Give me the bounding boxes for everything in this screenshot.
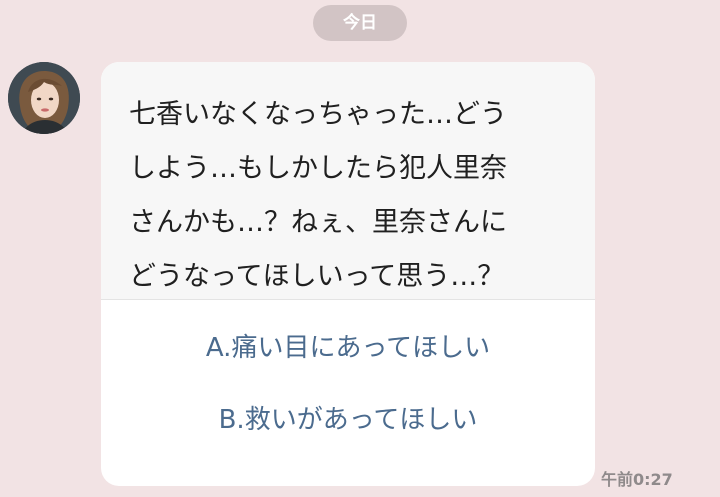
message-timestamp: 午前0:27 — [601, 470, 673, 489]
date-label: 今日 — [313, 5, 407, 41]
message-bubble: 七香いなくなっちゃった…どう しよう…もしかしたら犯人里奈 さんかも…？ねぇ、里… — [101, 62, 595, 486]
profile-photo-icon — [8, 62, 80, 134]
avatar[interactable] — [8, 62, 80, 134]
message-line: どうなってほしいって思う…？ — [129, 261, 505, 292]
reply-options: A.痛い目にあってほしい B.救いがあってほしい — [101, 300, 595, 472]
message-line: 七香いなくなっちゃった…どう — [129, 99, 507, 130]
message-line: さんかも…？ねぇ、里奈さんに — [129, 207, 507, 238]
message-line: しよう…もしかしたら犯人里奈 — [129, 153, 507, 184]
option-a-button[interactable]: A.痛い目にあってほしい — [101, 328, 595, 400]
option-b-button[interactable]: B.救いがあってほしい — [101, 400, 595, 472]
message-text: 七香いなくなっちゃった…どう しよう…もしかしたら犯人里奈 さんかも…？ねぇ、里… — [101, 62, 595, 300]
